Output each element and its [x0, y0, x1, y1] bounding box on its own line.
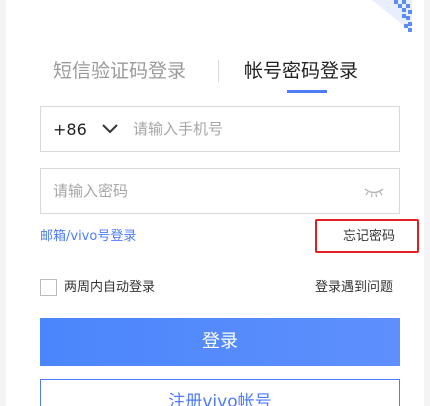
tab-account-login[interactable]: 帐号密码登录: [244, 58, 358, 84]
tab-sms-login[interactable]: 短信验证码登录: [53, 58, 186, 84]
register-button[interactable]: 注册vivo帐号: [40, 379, 400, 406]
active-tab-indicator: [287, 90, 327, 93]
tab-divider: [218, 60, 219, 82]
chevron-down-icon[interactable]: [101, 122, 119, 136]
forgot-password-link[interactable]: 忘记密码: [343, 228, 395, 246]
phone-field: +86: [40, 106, 400, 152]
auto-login-checkbox[interactable]: [40, 279, 57, 296]
login-tabs: 短信验证码登录 帐号密码登录: [36, 58, 396, 94]
login-problem-link[interactable]: 登录遇到问题: [315, 279, 393, 297]
password-input[interactable]: [53, 176, 353, 206]
country-code-selector[interactable]: +86: [53, 120, 87, 139]
eye-closed-icon[interactable]: [363, 186, 385, 198]
password-field: [40, 168, 400, 214]
auto-login-label: 两周内自动登录: [64, 280, 156, 295]
login-card: 短信验证码登录 帐号密码登录 +86 邮箱/vivo号登录 忘记密码 两周内自动…: [6, 0, 424, 406]
login-button[interactable]: 登录: [40, 318, 400, 366]
phone-input[interactable]: [133, 114, 383, 144]
qr-code-icon[interactable]: [372, 0, 412, 32]
email-vivo-login-link[interactable]: 邮箱/vivo号登录: [40, 228, 136, 246]
